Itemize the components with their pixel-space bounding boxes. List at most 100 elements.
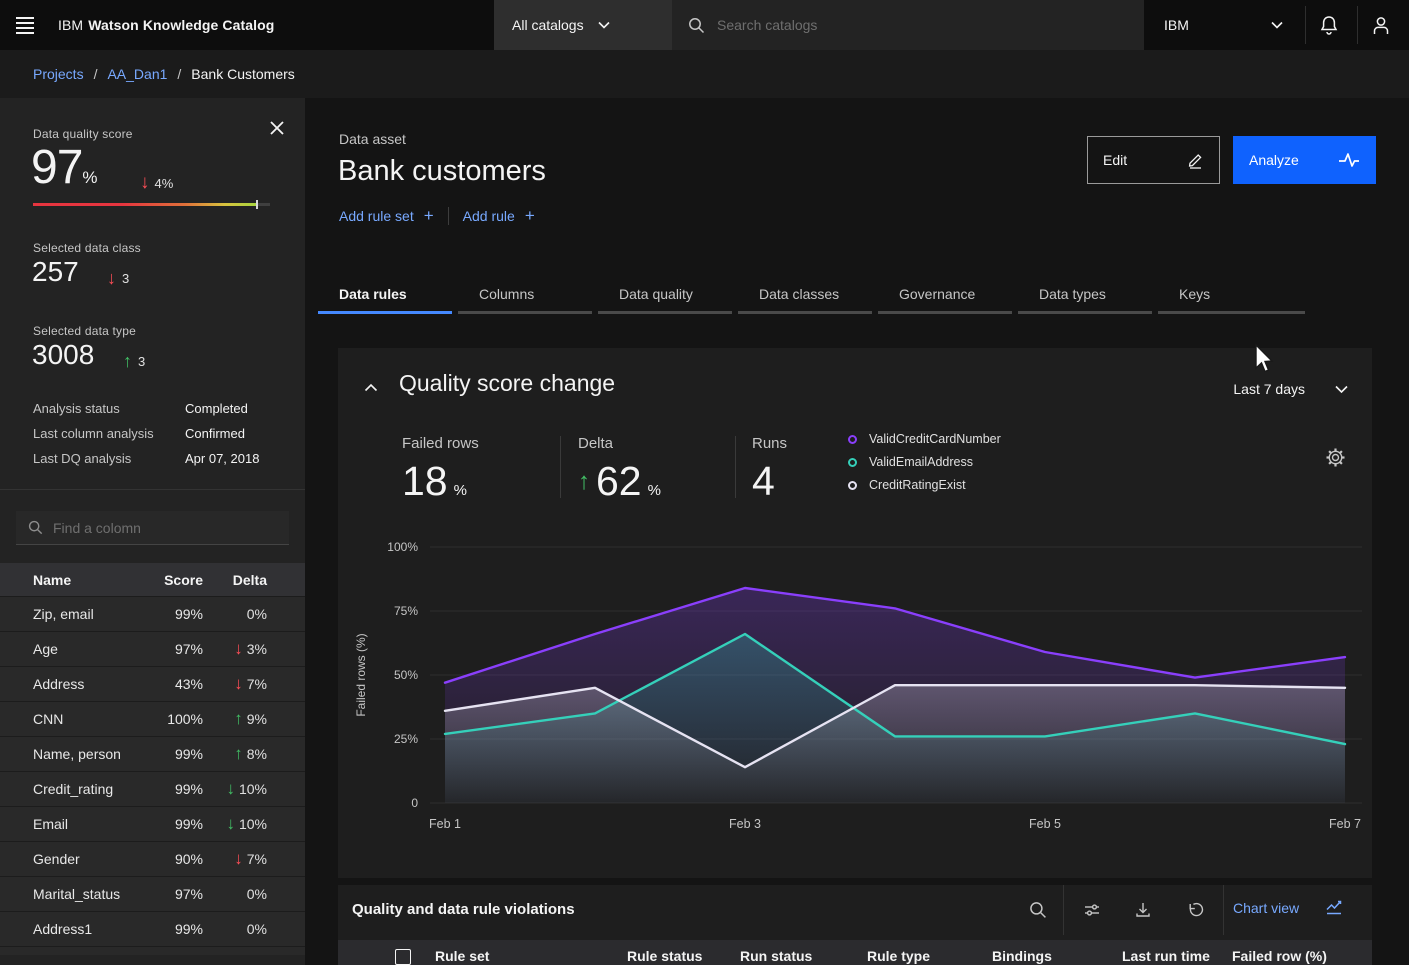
analyze-button[interactable]: Analyze — [1233, 136, 1376, 184]
stat-value: 257 — [32, 256, 79, 288]
arrow-up-icon: ↑ — [234, 709, 243, 729]
violations-header-rule-set[interactable]: Rule set — [435, 948, 489, 964]
column-row-email[interactable]: Email99%↓10% — [0, 806, 305, 841]
gear-icon[interactable] — [1326, 446, 1348, 468]
brand-prefix: IBM — [58, 17, 83, 33]
menu-icon[interactable] — [0, 0, 50, 50]
plus-icon: + — [424, 206, 434, 226]
arrow-up-icon: ↑ — [234, 744, 243, 764]
activity-icon — [1338, 152, 1360, 168]
violations-header-bindings[interactable]: Bindings — [992, 948, 1052, 964]
column-row-cnn[interactable]: CNN100%↑9% — [0, 701, 305, 736]
stat-failed-rows: Failed rows 18% — [402, 435, 479, 505]
column-row-zip-email[interactable]: Zip, email99%0% — [0, 596, 305, 631]
column-name: Zip, email — [0, 606, 145, 622]
column-row-address1[interactable]: Address199%0% — [0, 911, 305, 946]
analysis-info-row: Last column analysisConfirmed — [33, 426, 283, 441]
collapse-chevron-icon[interactable] — [364, 376, 386, 398]
tab-underline — [1158, 311, 1305, 314]
column-delta: 0% — [203, 606, 267, 622]
stat-delta: ↑ 3 — [123, 351, 145, 372]
legend-item-validcreditcardnumber[interactable]: ValidCreditCardNumber — [848, 432, 1001, 446]
chart-view-toggle[interactable]: Chart view — [1233, 899, 1345, 917]
find-column-input[interactable]: Find a colomn — [16, 511, 289, 545]
reset-icon[interactable] — [1178, 893, 1212, 927]
stat-label: Selected data class — [33, 241, 141, 255]
column-name: Address1 — [0, 921, 145, 937]
column-score: 99% — [145, 921, 203, 937]
brand-name: Watson Knowledge Catalog — [88, 17, 274, 33]
violations-header-last-run-time[interactable]: Last run time — [1122, 948, 1210, 964]
column-row-clipped[interactable] — [0, 946, 305, 955]
account-selector[interactable]: IBM — [1144, 0, 1305, 50]
x-tick-label: Feb 1 — [429, 817, 461, 831]
column-row-marital-status[interactable]: Marital_status97%0% — [0, 876, 305, 911]
close-icon[interactable] — [269, 117, 291, 139]
stat-runs: Runs 4 — [752, 435, 787, 505]
catalog-selector[interactable]: All catalogs — [494, 0, 672, 50]
legend-item-creditratingexist[interactable]: CreditRatingExist — [848, 478, 1001, 492]
violations-table-header: Rule set Rule status Run status Rule type Bi… — [338, 940, 1372, 965]
find-column-placeholder: Find a colomn — [53, 520, 141, 536]
toolbar-divider — [1223, 885, 1224, 935]
violations-header-failed-row-[interactable]: Failed row (%) — [1232, 948, 1327, 964]
column-row-name-person[interactable]: Name, person99%↑8% — [0, 736, 305, 771]
arrow-down-icon: ↓ — [140, 172, 150, 194]
search-icon[interactable] — [1021, 893, 1055, 927]
global-search-input[interactable]: Search catalogs — [672, 0, 1144, 50]
tab-governance[interactable]: Governance — [878, 278, 1012, 314]
y-tick-label: 0 — [411, 796, 418, 810]
app-title: IBM Watson Knowledge Catalog — [58, 0, 274, 50]
stat-divider — [560, 436, 561, 498]
breadcrumb: Projects / AA_Dan1 / Bank Customers — [0, 50, 1409, 98]
y-tick-label: 100% — [387, 540, 418, 554]
line-chart-icon — [1325, 899, 1345, 917]
edit-button[interactable]: Edit — [1087, 136, 1220, 184]
col-header-score: Score — [145, 572, 203, 588]
breadcrumb-project-link[interactable]: AA_Dan1 — [107, 66, 167, 82]
rule-violations-panel: Quality and data rule violations Chart v… — [338, 885, 1372, 965]
column-name: Name, person — [0, 746, 145, 762]
tab-data-classes[interactable]: Data classes — [738, 278, 872, 314]
date-range-selector[interactable]: Last 7 days — [1233, 381, 1348, 397]
violations-panel-title: Quality and data rule violations — [352, 901, 575, 918]
column-row-age[interactable]: Age97%↓3% — [0, 631, 305, 666]
chevron-down-icon — [1271, 21, 1283, 29]
column-row-credit-rating[interactable]: Credit_rating99%↓10% — [0, 771, 305, 806]
column-row-address[interactable]: Address43%↓7% — [0, 666, 305, 701]
violations-header-rule-status[interactable]: Rule status — [627, 948, 702, 964]
select-all-checkbox[interactable] — [395, 949, 411, 965]
stat-value: 3008 — [32, 339, 94, 371]
download-icon[interactable] — [1126, 893, 1160, 927]
tab-columns[interactable]: Columns — [458, 278, 592, 314]
gauge-fill — [33, 203, 256, 206]
failed-rows-line-chart[interactable]: 100%75%50%25%0Failed rows (%)Feb 1Feb 3F… — [338, 526, 1372, 856]
add-rule-link[interactable]: Add rule+ — [463, 206, 535, 226]
notifications-bell-icon[interactable] — [1303, 0, 1355, 50]
column-name: Age — [0, 641, 145, 657]
chevron-down-icon — [598, 21, 610, 29]
legend-dot-icon — [848, 458, 857, 467]
column-row-gender[interactable]: Gender90%↓7% — [0, 841, 305, 876]
column-delta: 0% — [203, 921, 267, 937]
user-profile-icon[interactable] — [1355, 0, 1407, 50]
tab-data-quality[interactable]: Data quality — [598, 278, 732, 314]
filter-settings-icon[interactable] — [1075, 893, 1109, 927]
add-rule-set-link[interactable]: Add rule set+ — [339, 206, 434, 226]
account-selector-label: IBM — [1164, 17, 1189, 33]
tab-keys[interactable]: Keys — [1158, 278, 1305, 314]
column-name: Marital_status — [0, 886, 145, 902]
tab-data-types[interactable]: Data types — [1018, 278, 1152, 314]
violations-header-run-status[interactable]: Run status — [740, 948, 812, 964]
stat-label: Selected data type — [33, 324, 136, 338]
breadcrumb-projects-link[interactable]: Projects — [33, 66, 84, 82]
catalog-selector-label: All catalogs — [512, 17, 584, 33]
chart-legend: ValidCreditCardNumber ValidEmailAddress Cr… — [848, 432, 1001, 492]
tab-data-rules[interactable]: Data rules — [318, 278, 452, 314]
arrow-down-icon: ↓ — [107, 268, 116, 289]
column-score: 97% — [145, 641, 203, 657]
arrow-down-icon: ↓ — [226, 814, 235, 834]
info-value: Apr 07, 2018 — [185, 451, 259, 466]
violations-header-rule-type[interactable]: Rule type — [867, 948, 930, 964]
legend-item-validemailaddress[interactable]: ValidEmailAddress — [848, 455, 1001, 469]
